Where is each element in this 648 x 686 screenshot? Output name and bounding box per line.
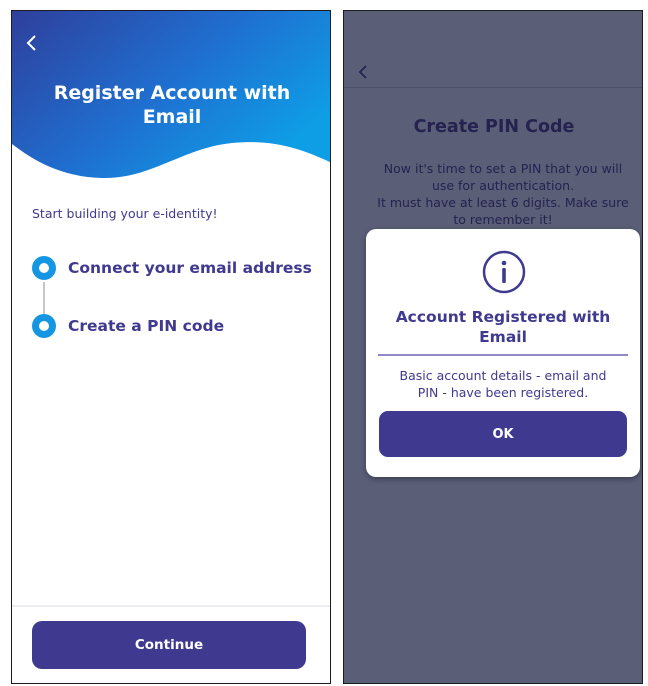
- registration-success-dialog: Account Registered with Email Basic acco…: [366, 229, 640, 477]
- register-account-screen: Register Account with Email Start buildi…: [11, 10, 331, 684]
- step-label: Connect your email address: [68, 259, 312, 277]
- dialog-message-line1: Basic account details - email and: [399, 368, 607, 383]
- page-title-line1: Register Account with: [53, 82, 291, 104]
- step-create-pin: Create a PIN code: [32, 313, 330, 339]
- step-label: Create a PIN code: [68, 317, 225, 335]
- intro-text: Start building your e-identity!: [32, 206, 218, 221]
- page-title-line2: Email: [142, 106, 202, 128]
- ok-button[interactable]: OK: [379, 411, 627, 457]
- create-pin-screen: Create PIN Code Now it's time to set a P…: [343, 10, 643, 684]
- pin-instructions-line: Now it's time to set a PIN that you will: [383, 161, 623, 176]
- dialog-message-line2: PIN - have been registered.: [417, 385, 589, 400]
- page-title: Create PIN Code: [413, 117, 575, 137]
- dialog-divider: [378, 354, 628, 356]
- pin-instructions-line: use for authentication.: [431, 178, 575, 193]
- step-indicator-icon: [32, 256, 56, 280]
- continue-button[interactable]: Continue: [32, 621, 306, 669]
- pin-instructions-line: to remember it!: [453, 212, 553, 227]
- pin-instructions-line: It must have at least 6 digits. Make sur…: [377, 195, 629, 210]
- footer-divider: [12, 605, 330, 607]
- dialog-message: Basic account details - email and PIN - …: [366, 367, 640, 401]
- back-chevron-icon[interactable]: [354, 63, 372, 81]
- pin-instructions: Now it's time to set a PIN that you will…: [358, 160, 642, 228]
- info-icon: [481, 249, 527, 295]
- page-title: Register Account with Email: [12, 81, 330, 129]
- topbar-divider: [344, 87, 642, 88]
- dialog-title-line1: Account Registered with: [395, 308, 611, 326]
- step-indicator-icon: [32, 314, 56, 338]
- dialog-title: Account Registered with Email: [366, 307, 640, 347]
- step-connect-email: Connect your email address: [32, 255, 330, 281]
- dialog-title-line2: Email: [479, 328, 527, 346]
- back-chevron-icon[interactable]: [22, 33, 42, 53]
